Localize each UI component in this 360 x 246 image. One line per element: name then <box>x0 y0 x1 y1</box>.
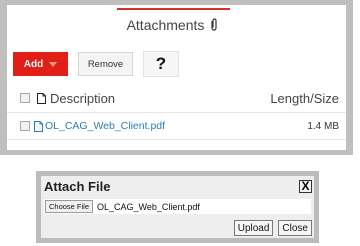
paperclip-icon <box>211 18 218 31</box>
pdf-file-icon <box>34 120 43 132</box>
add-button-label: Add <box>23 58 44 70</box>
table-row: OL_CAG_Web_Client.pdf 1.4 MB <box>7 112 346 140</box>
tab-attachments-label: Attachments <box>126 17 205 33</box>
help-button[interactable]: ? <box>143 51 179 77</box>
row-checkbox[interactable] <box>20 121 30 131</box>
attach-file-dialog: Attach File X Choose File OL_CAG_Web_Cli… <box>36 171 319 243</box>
attachment-file-size: 1.4 MB <box>307 120 339 132</box>
choose-file-button[interactable]: Choose File <box>45 200 94 213</box>
file-picker-input[interactable]: Choose File OL_CAG_Web_Client.pdf <box>44 199 311 214</box>
upload-button[interactable]: Upload <box>233 220 274 236</box>
attachments-panel: Attachments Add Remove ? Description Len… <box>0 0 353 155</box>
chevron-down-icon <box>49 61 58 67</box>
add-button[interactable]: Add <box>13 52 68 76</box>
help-icon: ? <box>155 54 167 73</box>
column-header-description[interactable]: Description <box>50 91 115 106</box>
dialog-title: Attach File <box>44 179 111 194</box>
selected-file-name: OL_CAG_Web_Client.pdf <box>97 201 200 212</box>
attachment-file-link[interactable]: OL_CAG_Web_Client.pdf <box>45 120 165 132</box>
dialog-actions: Upload Close <box>233 220 312 236</box>
tab-attachments[interactable]: Attachments <box>117 8 230 40</box>
attach-file-dialog-body: Attach File X Choose File OL_CAG_Web_Cli… <box>41 176 314 238</box>
attachments-panel-body: Attachments Add Remove ? Description Len… <box>7 5 346 150</box>
column-header-length-size[interactable]: Length/Size <box>270 91 339 106</box>
close-icon[interactable]: X <box>299 180 312 193</box>
attachments-table-header: Description Length/Size <box>7 86 346 110</box>
attachments-toolbar: Add Remove ? <box>13 51 179 77</box>
remove-button-label: Remove <box>87 58 124 70</box>
select-all-checkbox[interactable] <box>20 93 30 103</box>
close-button[interactable]: Close <box>278 220 312 236</box>
document-icon <box>37 92 46 104</box>
remove-button[interactable]: Remove <box>78 52 133 76</box>
screenshot-stage: Attachments Add Remove ? Description Len… <box>0 0 360 246</box>
